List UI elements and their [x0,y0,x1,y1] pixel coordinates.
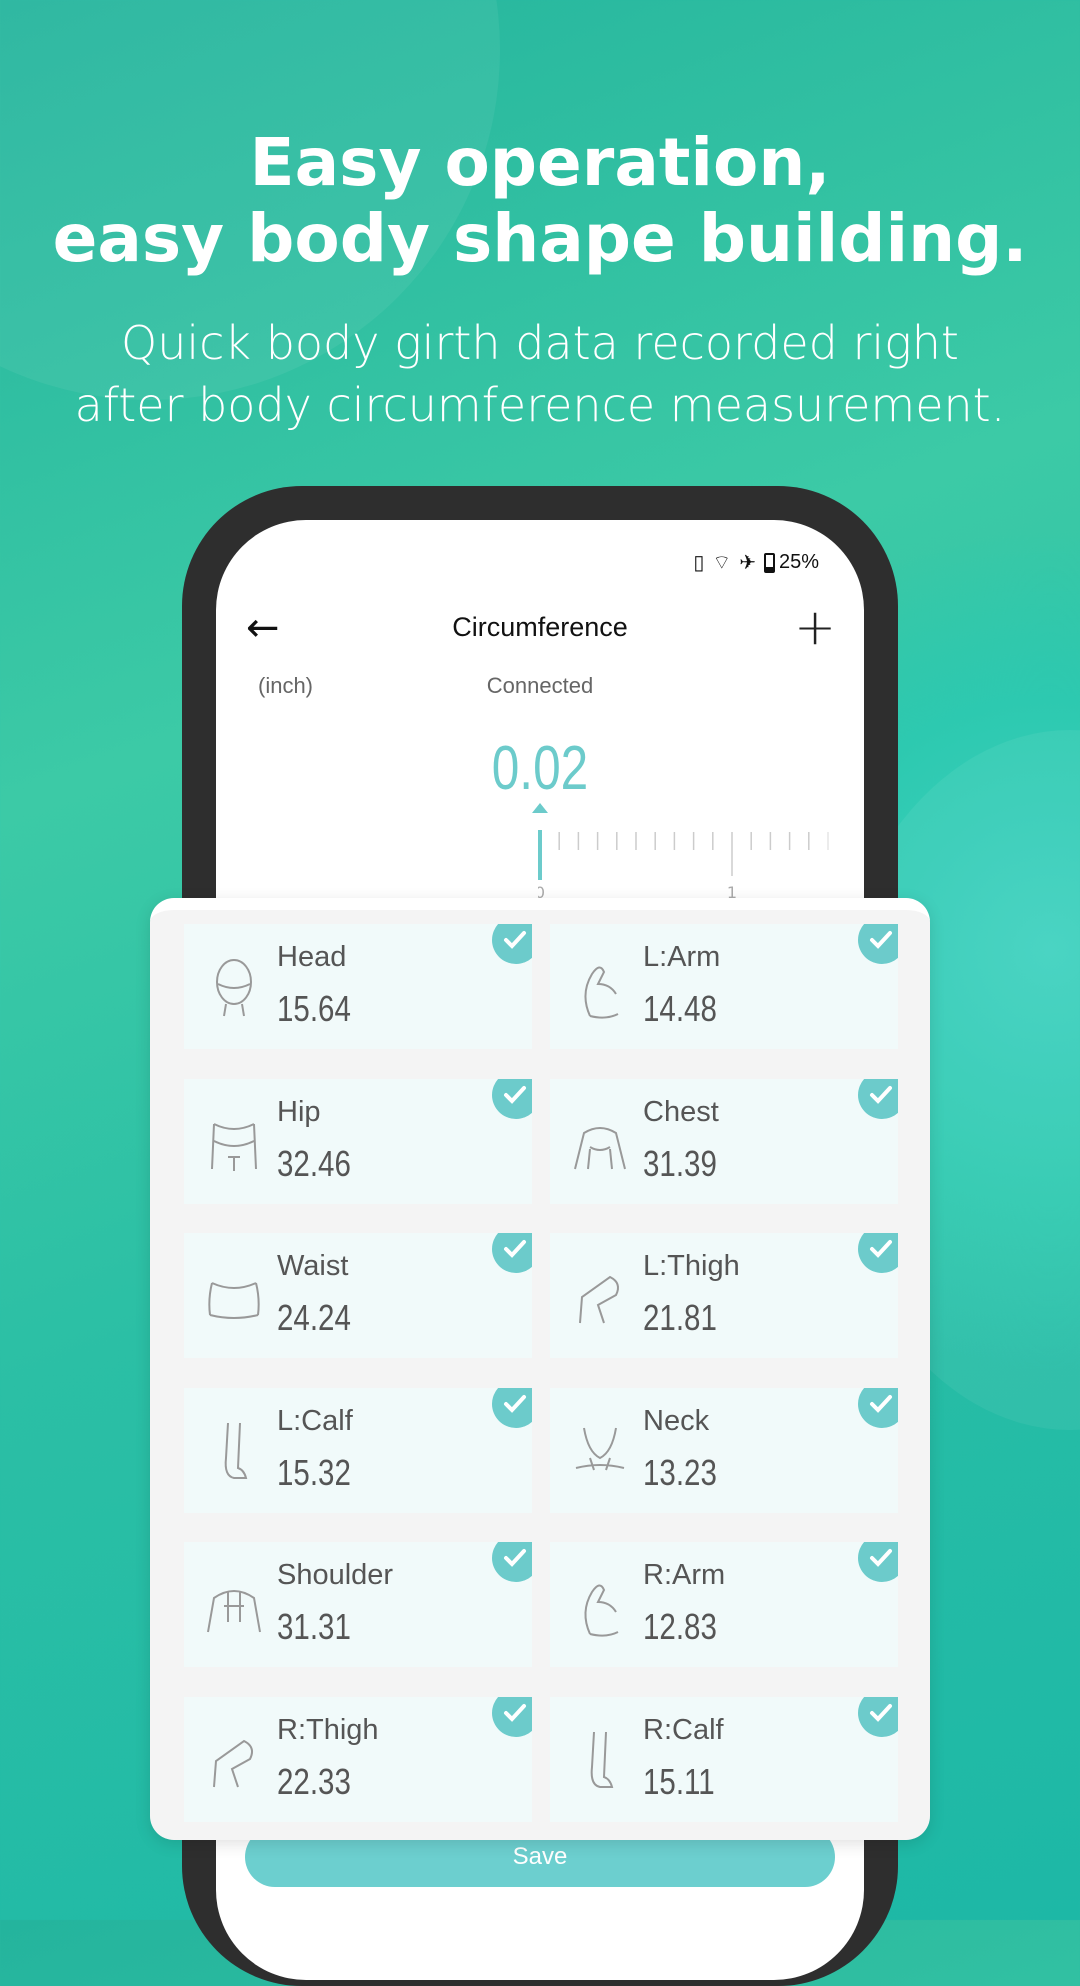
promo-subtitle: Quick body girth data recorded right afte… [74,316,1006,432]
item-value: 13.23 [643,1451,717,1493]
item-value: 24.24 [277,1297,351,1338]
waist-icon [208,1282,260,1319]
measurement-item[interactable]: Shoulder 31.31 [184,1542,532,1667]
thigh-icon [213,1739,253,1787]
item-value: 15.11 [643,1760,715,1802]
item-name: R:Arm [643,1559,726,1591]
checkbox-checked-icon[interactable] [858,1542,898,1582]
checkbox-checked-icon[interactable] [492,1542,532,1582]
checkbox-checked-icon[interactable] [492,1387,532,1428]
measurement-item[interactable]: Waist 24.24 [184,1233,532,1358]
calf-icon [224,1422,248,1479]
measurement-ruler[interactable]: 01 [538,828,838,898]
page-title: Circumference [452,612,628,642]
ruler-label: 1 [727,883,737,898]
checkbox-checked-icon[interactable] [858,1387,898,1428]
airplane-icon: ✈ [739,552,756,574]
item-value: 15.64 [277,988,351,1029]
measurement-item[interactable]: L:Thigh 21.81 [550,1233,898,1358]
thigh-icon [579,1275,619,1324]
measurement-item[interactable]: Chest 31.39 [550,1078,898,1204]
shoulder-icon [207,1590,261,1633]
measurement-item[interactable]: Head 15.64 [184,924,532,1049]
item-value: 12.83 [643,1606,717,1647]
item-value: 22.33 [277,1760,351,1802]
battery-level: 25% [778,551,819,573]
measurement-grid: Head 15.64 L:Arm 14.48 Hip 32.46 Chest 3… [150,898,930,1840]
item-name: L:Calf [277,1404,353,1437]
item-value: 21.81 [643,1297,717,1338]
arm-icon [584,1584,619,1637]
item-name: Shoulder [277,1559,394,1591]
measurement-item[interactable]: L:Arm 14.48 [550,924,898,1049]
wifi-icon: ⌔ [712,552,732,574]
neck-icon [575,1427,625,1470]
checkbox-checked-icon[interactable] [858,1233,898,1273]
item-name: L:Arm [643,941,721,973]
item-name: R:Calf [643,1713,724,1746]
item-name: Neck [643,1404,710,1437]
vibrate-icon: ▯ [693,552,705,574]
item-value: 15.32 [277,1451,351,1493]
calf-icon [590,1731,614,1788]
item-name: Waist [277,1250,349,1282]
item-name: L:Thigh [643,1250,740,1282]
checkbox-checked-icon[interactable] [492,1078,532,1119]
plus-icon[interactable]: + [794,598,836,656]
item-value: 32.46 [277,1142,351,1184]
item-name: Head [277,941,347,973]
battery-icon [763,552,775,573]
arm-icon [584,966,619,1019]
checkbox-checked-icon[interactable] [858,1696,898,1737]
measurement-item[interactable]: R:Calf 15.11 [550,1696,898,1822]
current-reading: 0.02 [491,734,589,803]
item-value: 31.39 [643,1142,717,1184]
measurement-item[interactable]: L:Calf 15.32 [184,1387,532,1513]
measurement-item[interactable]: R:Thigh 22.33 [184,1696,532,1822]
promo-title: Easy operation, easy body shape building. [52,124,1028,277]
measurement-item[interactable]: Hip 32.46 [184,1078,532,1204]
hip-icon [211,1122,257,1171]
item-name: R:Thigh [277,1713,379,1746]
status-bar: ▯ ⌔ ✈ 25% [693,550,819,575]
connection-status: Connected [486,673,594,698]
pointer-icon [532,803,548,813]
checkbox-checked-icon[interactable] [492,1696,532,1737]
item-value: 31.31 [277,1606,351,1647]
item-value: 14.48 [643,988,717,1029]
ruler-label: 0 [538,883,545,898]
item-name: Hip [277,1095,321,1128]
measurement-item[interactable]: R:Arm 12.83 [550,1542,898,1667]
head-icon [216,959,252,1017]
chest-icon [574,1126,626,1169]
checkbox-checked-icon[interactable] [492,1233,532,1273]
item-name: Chest [643,1095,719,1128]
checkbox-checked-icon[interactable] [858,924,898,964]
checkbox-checked-icon[interactable] [492,924,532,964]
measurement-item[interactable]: Neck 13.23 [550,1387,898,1513]
checkbox-checked-icon[interactable] [858,1078,898,1119]
